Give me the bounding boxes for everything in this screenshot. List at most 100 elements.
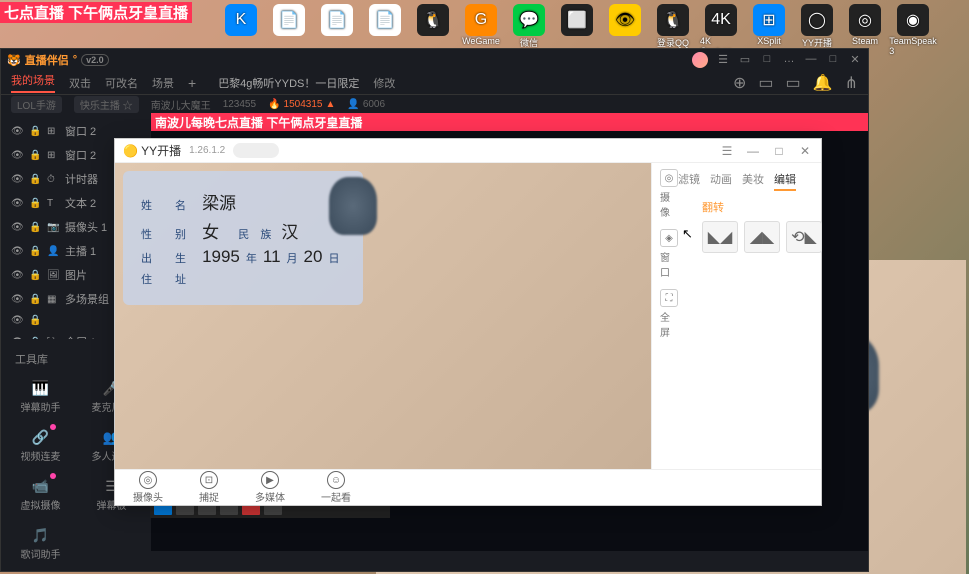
app-icon: 📄	[369, 4, 401, 36]
lock-icon[interactable]: 🔒	[29, 246, 41, 257]
type-icon: 🖼	[47, 270, 59, 281]
lock-icon[interactable]: 🔒	[29, 174, 41, 185]
crumb-1[interactable]: 快乐主播 ☆	[74, 96, 139, 113]
side-icon: ◎	[660, 169, 678, 187]
crumb-2: 南波儿大魔王	[151, 97, 211, 112]
bottom-icon: ⊡	[200, 471, 218, 489]
source-label: 计时器	[65, 171, 98, 187]
lock-icon[interactable]: 🔒	[29, 315, 41, 326]
bottom-icon: ◎	[139, 471, 157, 489]
id-card-small: 姓 名梁源 性 别女 民 族汉 出 生1995年11月20日 住 址	[123, 171, 363, 305]
yy-bottom-捕捉[interactable]: ⊡捕捉	[199, 471, 219, 504]
tool-icon: 📹	[30, 475, 52, 497]
toolbar-ic1[interactable]: ▭	[758, 73, 773, 93]
yy-side-窗口[interactable]: ◈窗口	[660, 229, 678, 279]
type-icon: 👤	[47, 246, 59, 257]
tool-弹幕助手[interactable]: 🎹弹幕助手	[5, 371, 76, 420]
toolbar-add-icon[interactable]: ⊕	[733, 73, 746, 93]
tab-1[interactable]: 双击	[69, 75, 91, 91]
app-icon: ⬜	[561, 4, 593, 36]
yy-menu-icon[interactable]: ☰	[719, 143, 735, 159]
close-icon[interactable]: ✕	[848, 52, 862, 66]
tool-label: 歌词助手	[21, 546, 61, 561]
yy-edit-panel: ◎摄像◈窗口⛶全屏 滤镜动画美妆编辑 翻转 ◣◢◢◣⟲◣	[651, 163, 821, 469]
eye-icon[interactable]: 👁	[11, 126, 23, 137]
icon-label: XSplit	[757, 36, 781, 46]
share-icon[interactable]: ⋔	[845, 73, 858, 93]
lock-icon[interactable]: 🔒	[29, 198, 41, 209]
flip-button[interactable]: ⟲◣	[786, 221, 822, 253]
lock-icon[interactable]: 🔒	[29, 126, 41, 137]
flip-button[interactable]: ◢◣	[744, 221, 780, 253]
yy-side-摄像[interactable]: ◎摄像	[660, 169, 678, 219]
eye-icon[interactable]: 👁	[11, 270, 23, 281]
yy-bottom-一起看[interactable]: ☺一起看	[321, 471, 351, 504]
titlebar-ic1[interactable]: ▭	[738, 52, 752, 66]
yy-preview: 姓 名梁源 性 别女 民 族汉 出 生1995年11月20日 住 址	[115, 163, 651, 469]
toolbar-ic2[interactable]: ▭	[786, 73, 801, 93]
add-scene-button[interactable]: +	[188, 75, 196, 91]
bottom-label: 摄像头	[133, 489, 163, 504]
yy-close-icon[interactable]: ✕	[797, 143, 813, 159]
stat-id: 123455	[223, 99, 256, 110]
eye-icon[interactable]: 👁	[11, 294, 23, 305]
people-icon: 👤 6006	[347, 99, 385, 110]
type-icon: T	[47, 198, 59, 209]
maximize-icon[interactable]: □	[826, 52, 840, 66]
yy-side-全屏[interactable]: ⛶ 全屏	[660, 289, 678, 339]
yy-bottom-bar: ◎摄像头 ⊡捕捉 ▶多媒体 ☺一起看	[115, 469, 821, 505]
yy-maximize-icon[interactable]: □	[771, 143, 787, 159]
fire-icon: 🔥 1504315 ▲	[268, 99, 335, 110]
app-icon: 4K	[705, 4, 737, 36]
lock-icon[interactable]: 🔒	[29, 222, 41, 233]
yy-tab-美妆[interactable]: 美妆	[742, 169, 764, 191]
titlebar-more-icon[interactable]: …	[782, 52, 796, 66]
bottom-icon: ☺	[327, 471, 345, 489]
bell-icon[interactable]: 🔔	[813, 73, 833, 93]
lock-icon[interactable]: 🔒	[29, 294, 41, 305]
tab-2[interactable]: 可改名	[105, 75, 138, 91]
sub-edit[interactable]: 修改	[373, 75, 395, 91]
tab-my-scene[interactable]: 我的场景	[11, 72, 55, 93]
titlebar-menu-icon[interactable]: ☰	[716, 52, 730, 66]
yy-minimize-icon[interactable]: —	[745, 143, 761, 159]
yy-tab-编辑[interactable]: 编辑	[774, 169, 796, 191]
yy-tab-动画[interactable]: 动画	[710, 169, 732, 191]
eye-icon[interactable]: 👁	[11, 222, 23, 233]
yy-bottom-多媒体[interactable]: ▶多媒体	[255, 471, 285, 504]
eye-icon[interactable]: 👁	[11, 246, 23, 257]
yy-logo: 🟡 YY开播	[123, 142, 181, 159]
desktop-icon[interactable]: ◉TeamSpeak 3	[892, 4, 934, 56]
yy-bottom-摄像头[interactable]: ◎摄像头	[133, 471, 163, 504]
tool-虚拟摄像[interactable]: 📹虚拟摄像	[5, 469, 76, 518]
bottom-label: 捕捉	[199, 489, 219, 504]
flip-button[interactable]: ◣◢	[702, 221, 738, 253]
user-avatar[interactable]	[692, 52, 708, 68]
marquee-top: 七点直播 下午俩点牙皇直播	[0, 2, 192, 23]
tab-3[interactable]: 场景	[152, 75, 174, 91]
source-label: 主播 1	[65, 243, 96, 259]
tool-视频连麦[interactable]: 🔗视频连麦	[5, 420, 76, 469]
eye-icon[interactable]: 👁	[11, 174, 23, 185]
side-label: 全屏	[660, 309, 678, 339]
lock-icon[interactable]: 🔒	[29, 150, 41, 161]
eye-icon[interactable]: 👁	[11, 315, 23, 326]
lock-icon[interactable]: 🔒	[29, 270, 41, 281]
yy-tab-滤镜[interactable]: 滤镜	[678, 169, 700, 191]
source-label: 文本 2	[65, 195, 96, 211]
icon-label: TeamSpeak 3	[889, 36, 937, 56]
crumb-0[interactable]: LOL手游	[11, 96, 62, 113]
eye-icon[interactable]: 👁	[11, 198, 23, 209]
bottom-label: 多媒体	[255, 489, 285, 504]
tool-歌词助手[interactable]: 🎵歌词助手	[5, 518, 76, 567]
yy-badge	[233, 143, 279, 158]
side-icon: ⛶	[660, 289, 678, 307]
eye-icon[interactable]: 👁	[11, 150, 23, 161]
app-icon: ◎	[849, 4, 881, 36]
inner-marquee: 南波儿每晚七点直播 下午俩点牙皇直播	[151, 113, 868, 131]
titlebar-ic2[interactable]: □	[760, 52, 774, 66]
app-icon: ◉	[897, 4, 929, 36]
app-icon: 📄	[321, 4, 353, 36]
app-icon: 📄	[273, 4, 305, 36]
minimize-icon[interactable]: —	[804, 52, 818, 66]
